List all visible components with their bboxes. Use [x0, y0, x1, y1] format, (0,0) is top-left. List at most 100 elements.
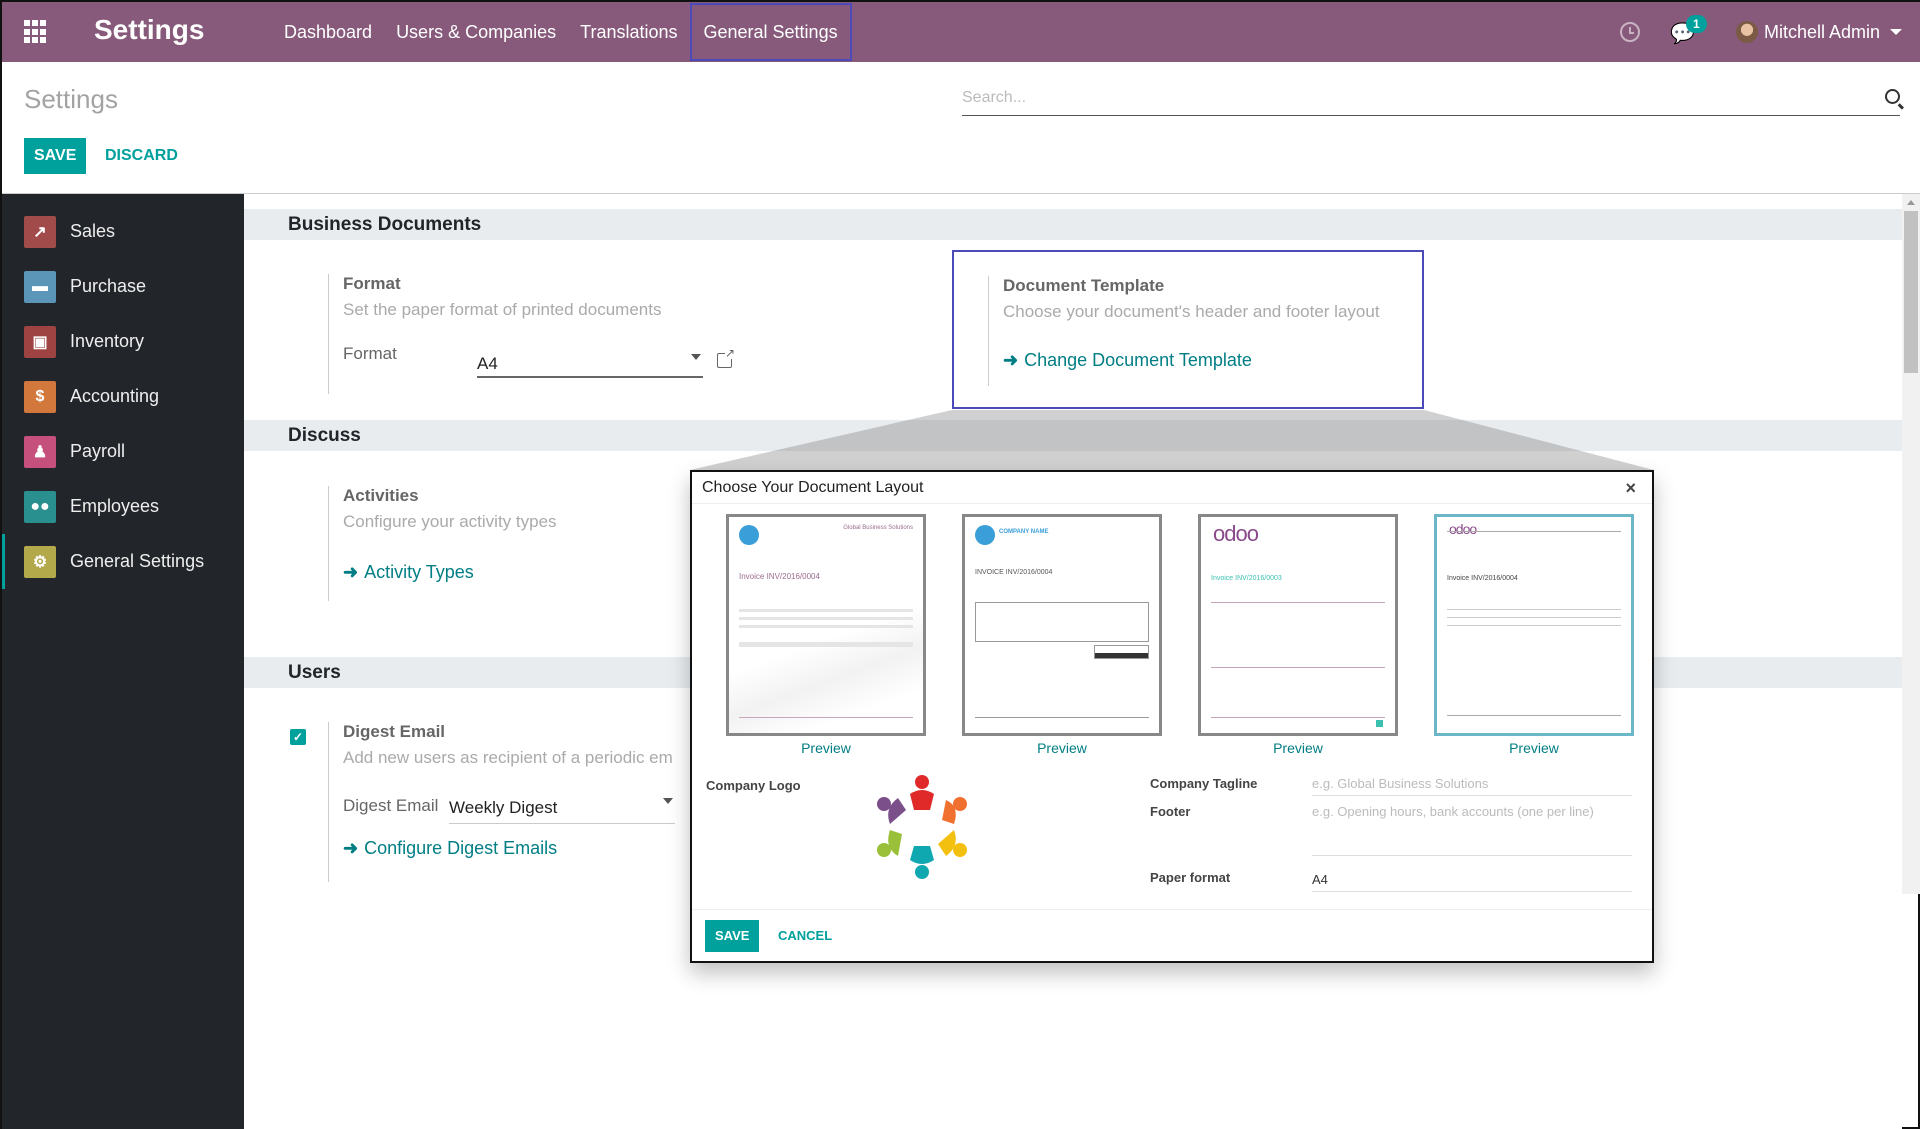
thumb-company-name: COMPANY NAME — [999, 529, 1049, 535]
activities-description: Configure your activity types — [343, 512, 557, 531]
thumb-invoice-title: Invoice INV/2016/0004 — [739, 572, 820, 581]
thumb-row — [739, 642, 913, 647]
document-layout-dialog: Choose Your Document Layout × Global Bus… — [690, 470, 1654, 963]
configure-digest-emails-label: Configure Digest Emails — [364, 838, 558, 858]
menu-general-settings[interactable]: General Settings — [689, 3, 852, 61]
menu-users-companies[interactable]: Users & Companies — [384, 3, 568, 61]
thumb-row — [739, 609, 913, 612]
footer-textarea[interactable]: e.g. Opening hours, bank accounts (one p… — [1312, 804, 1632, 856]
search-bar — [962, 82, 1900, 116]
document-template-highlight: Document Template Choose your document's… — [952, 250, 1424, 409]
menu-dashboard[interactable]: Dashboard — [272, 3, 384, 61]
page-title: Settings — [24, 84, 118, 114]
thumb-footer-line — [739, 717, 913, 718]
sidebar-item-employees[interactable]: ●● Employees — [2, 479, 244, 534]
arrow-right-icon: ➜ — [1003, 350, 1019, 370]
external-link-icon[interactable] — [717, 347, 735, 368]
layout-thumbnail[interactable]: odoo Invoice INV/2016/0003 — [1198, 514, 1398, 736]
layout-thumbnail[interactable]: Global Business Solutions Invoice INV/20… — [726, 514, 926, 736]
section-title-business-documents: Business Documents — [244, 209, 1902, 240]
thumb-footer-line — [1447, 715, 1621, 716]
settings-sidebar: ↗ Sales ▬ Purchase ▣ Inventory $ Account… — [2, 194, 244, 1129]
sidebar-item-general-settings[interactable]: ⚙ General Settings — [2, 534, 244, 589]
thumb-row — [739, 625, 913, 628]
digest-email-select[interactable]: Weekly Digest — [449, 792, 675, 824]
sidebar-item-label: Inventory — [70, 331, 145, 351]
sidebar-item-inventory[interactable]: ▣ Inventory — [2, 314, 244, 369]
scroll-up-arrow-icon[interactable] — [1907, 200, 1915, 205]
thumb-row — [1211, 602, 1385, 603]
format-setting: Format Set the paper format of printed d… — [328, 274, 748, 394]
thumb-row — [1447, 625, 1621, 626]
digest-email-checkbox[interactable]: ✓ — [290, 729, 306, 745]
close-icon[interactable]: × — [1625, 472, 1636, 504]
dialog-cancel-button[interactable]: CANCEL — [778, 920, 832, 952]
arrow-right-icon: ➜ — [343, 838, 359, 858]
thumb-table — [975, 602, 1149, 642]
layout-options: Global Business Solutions Invoice INV/20… — [692, 506, 1652, 756]
layout-option-background[interactable]: Global Business Solutions Invoice INV/20… — [726, 514, 926, 756]
search-icon[interactable] — [1885, 89, 1900, 104]
change-document-template-link[interactable]: ➜ Change Document Template — [1003, 350, 1252, 371]
format-field-row: Format A4 — [343, 344, 748, 378]
preview-link[interactable]: Preview — [726, 740, 926, 756]
thumb-totals — [1094, 645, 1149, 659]
odoo-logo: odoo — [1449, 521, 1477, 537]
odoo-logo: odoo — [1213, 521, 1259, 546]
preview-link[interactable]: Preview — [962, 740, 1162, 756]
configure-digest-emails-link[interactable]: ➜ Configure Digest Emails — [343, 838, 557, 859]
thumb-footer-line — [1211, 717, 1385, 718]
layout-option-clean[interactable]: odoo Invoice INV/2016/0003 Preview — [1198, 514, 1398, 756]
discard-button[interactable]: DISCARD — [105, 138, 178, 174]
scrollbar-thumb[interactable] — [1904, 211, 1918, 373]
gear-icon: ⚙ — [24, 545, 56, 578]
thumb-footer-line — [975, 717, 1149, 718]
dialog-save-button[interactable]: SAVE — [705, 920, 760, 952]
paper-format-select[interactable]: A4 — [1312, 872, 1632, 892]
arrow-right-icon: ➜ — [343, 562, 359, 582]
preview-link[interactable]: Preview — [1198, 740, 1398, 756]
preview-link[interactable]: Preview — [1434, 740, 1634, 756]
company-logo-blob-icon — [975, 525, 995, 545]
thumb-invoice-title: INVOICE INV/2016/0004 — [975, 569, 1053, 576]
company-tagline-input[interactable]: e.g. Global Business Solutions — [1312, 776, 1632, 796]
sales-chart-icon: ↗ — [24, 215, 56, 248]
layout-thumbnail[interactable]: COMPANY NAME INVOICE INV/2016/0004 — [962, 514, 1162, 736]
document-template-heading: Document Template — [1003, 276, 1165, 295]
document-template-setting: Document Template Choose your document's… — [988, 276, 1408, 386]
company-logo-image[interactable] — [872, 772, 972, 882]
chevron-down-icon[interactable] — [1890, 29, 1902, 35]
user-menu-name[interactable]: Mitchell Admin — [1764, 22, 1880, 43]
app-title: Settings — [94, 14, 205, 45]
activities-setting: Activities Configure your activity types… — [328, 486, 748, 601]
apps-menu-icon[interactable] — [24, 20, 48, 44]
dialog-title: Choose Your Document Layout — [702, 479, 924, 496]
change-document-template-label: Change Document Template — [1024, 350, 1252, 370]
thumb-row — [739, 617, 913, 620]
sidebar-item-purchase[interactable]: ▬ Purchase — [2, 259, 244, 314]
format-select[interactable]: A4 — [477, 348, 703, 378]
menu-translations[interactable]: Translations — [568, 3, 689, 61]
sidebar-item-payroll[interactable]: ♟ Payroll — [2, 424, 244, 479]
sidebar-item-sales[interactable]: ↗ Sales — [2, 204, 244, 259]
activity-clock-icon[interactable] — [1619, 22, 1640, 42]
thumb-header-line — [1447, 531, 1621, 532]
credit-card-icon: ▬ — [24, 270, 56, 303]
search-input[interactable] — [962, 82, 1842, 114]
caret-down-icon — [663, 798, 673, 804]
sidebar-item-label: Sales — [70, 221, 116, 241]
systray: 💬 1 Mitchell Admin — [1619, 2, 1902, 62]
footer-label: Footer — [1150, 804, 1191, 819]
sidebar-item-label: Accounting — [70, 386, 160, 406]
avatar[interactable] — [1735, 21, 1758, 43]
layout-thumbnail[interactable]: odoo Invoice INV/2016/0004 — [1434, 514, 1634, 736]
content-scrollbar[interactable] — [1902, 194, 1920, 894]
sidebar-item-accounting[interactable]: $ Accounting — [2, 369, 244, 424]
messaging-menu[interactable]: 💬 1 — [1670, 15, 1707, 45]
layout-option-standard[interactable]: odoo Invoice INV/2016/0004 Preview — [1434, 514, 1634, 756]
activity-types-link[interactable]: ➜ Activity Types — [343, 562, 474, 583]
save-button[interactable]: SAVE — [24, 138, 87, 174]
company-logo-label: Company Logo — [706, 778, 801, 793]
document-template-description: Choose your document's header and footer… — [1003, 302, 1380, 321]
layout-option-boxed[interactable]: COMPANY NAME INVOICE INV/2016/0004 Previ… — [962, 514, 1162, 756]
